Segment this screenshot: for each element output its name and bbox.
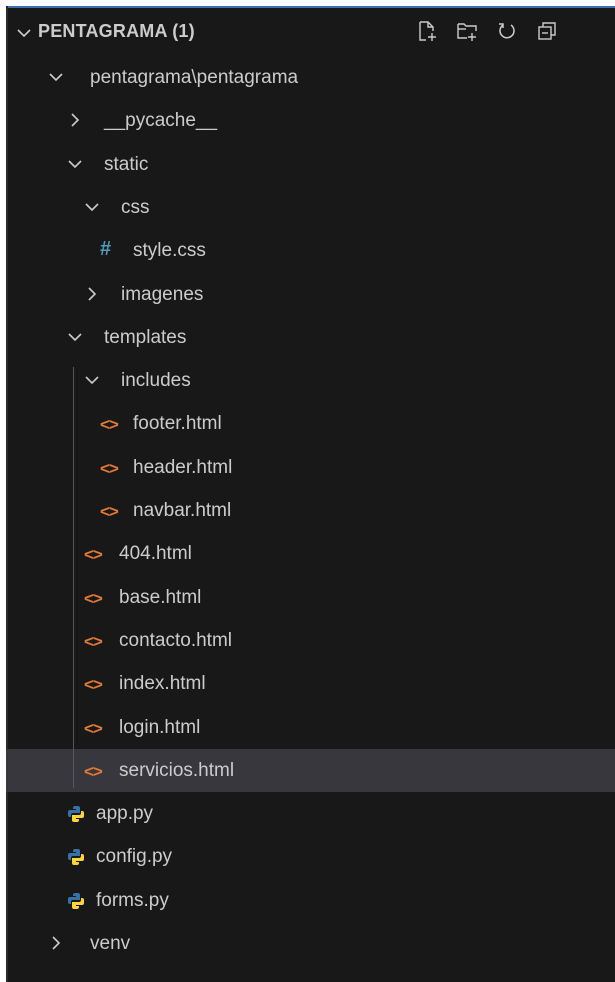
tree-file-item[interactable]: <> navbar.html: [6, 489, 615, 532]
collapse-all-icon: [538, 22, 556, 40]
tree-file-item[interactable]: <> servicios.html: [6, 748, 615, 792]
tree-item-label: css: [121, 196, 150, 218]
tree-item-label: forms.py: [96, 889, 169, 911]
tree-item-label: 404.html: [119, 543, 192, 565]
tree-folder-item[interactable]: __pycache__: [6, 99, 615, 142]
refresh-button[interactable]: [494, 18, 520, 44]
html-file-icon: <>: [84, 631, 103, 651]
html-file-icon: <>: [84, 675, 103, 695]
chevron-down-icon: [68, 333, 82, 341]
tree-folder-item[interactable]: css: [6, 186, 615, 229]
tree-file-item[interactable]: <> login.html: [6, 706, 615, 749]
chevron-down-icon: [85, 203, 99, 212]
tree-item-label: __pycache__: [104, 110, 218, 132]
new-file-icon: [419, 21, 436, 41]
collapse-all-button[interactable]: [534, 18, 560, 44]
chevron-down-icon: [68, 160, 82, 168]
tree-item-label: login.html: [119, 716, 201, 738]
tree-item-label: pentagrama\pentagrama: [90, 67, 299, 88]
tree-item-label: templates: [104, 326, 187, 348]
css-file-icon: #: [100, 238, 112, 261]
html-file-icon: <>: [84, 761, 103, 781]
tree-item-label: header.html: [133, 456, 233, 478]
chevron-right-icon: [71, 113, 80, 127]
tree-item-label: imagenes: [121, 283, 204, 305]
tree-item-label: footer.html: [133, 413, 222, 435]
tree-item-label: style.css: [133, 240, 206, 262]
chevron-right-icon: [52, 936, 61, 950]
tree-folder-item[interactable]: static: [6, 143, 615, 186]
tree-item-label: base.html: [119, 586, 202, 608]
chevron-down-icon: [85, 376, 99, 385]
html-file-icon: <>: [84, 718, 103, 738]
tree-item-label: app.py: [96, 803, 154, 825]
indent-guide: [73, 367, 74, 789]
tree-folder-item[interactable]: imagenes: [6, 273, 615, 316]
tree-file-item[interactable]: <> contacto.html: [6, 619, 615, 662]
chevron-right-icon: [88, 286, 97, 301]
chevron-down-icon[interactable]: [16, 25, 32, 41]
tree-item-label: static: [104, 153, 149, 175]
tree-file-item[interactable]: # style.css: [6, 229, 615, 272]
tree-file-item[interactable]: <> index.html: [6, 662, 615, 705]
new-folder-icon: [457, 23, 477, 41]
python-file-icon: [68, 849, 84, 866]
new-file-button[interactable]: [414, 18, 440, 44]
new-folder-button[interactable]: [454, 18, 480, 44]
python-file-icon: [68, 892, 84, 909]
tree-item-label: navbar.html: [133, 500, 232, 521]
tree-item-label: venv: [90, 933, 131, 954]
tree-file-item[interactable]: <> header.html: [6, 446, 615, 489]
explorer-header[interactable]: PENTAGRAMA (1): [6, 8, 615, 56]
file-explorer: PENTAGRAMA (1) pentagrama\pentagrama __p…: [6, 6, 615, 982]
html-file-icon: <>: [100, 458, 119, 478]
tree-item-label: config.py: [96, 846, 173, 868]
html-file-icon: <>: [84, 588, 103, 608]
html-file-icon: <>: [84, 545, 103, 565]
html-file-icon: <>: [100, 502, 119, 521]
python-file-icon: [68, 806, 84, 823]
explorer-actions: [414, 18, 560, 44]
tree-folder-item[interactable]: venv: [6, 922, 615, 965]
refresh-icon: [499, 23, 515, 39]
tree-item-label: includes: [121, 370, 191, 392]
html-file-icon: <>: [100, 415, 119, 435]
workspace-title: PENTAGRAMA (1): [38, 21, 195, 41]
tree-file-item[interactable]: config.py: [6, 835, 615, 878]
tree-folder-item[interactable]: templates: [6, 316, 615, 359]
tree-item-label: index.html: [119, 673, 206, 695]
tree-item-label: contacto.html: [119, 629, 232, 651]
chevron-down-icon: [49, 73, 63, 82]
tree-item-label: servicios.html: [119, 759, 235, 781]
tree-file-item[interactable]: <> 404.html: [6, 532, 615, 575]
tree-folder-item[interactable]: pentagrama\pentagrama: [6, 56, 615, 99]
tree-file-item[interactable]: <> base.html: [6, 576, 615, 619]
tree-file-item[interactable]: forms.py: [6, 879, 615, 922]
tree-file-item[interactable]: <> footer.html: [6, 402, 615, 445]
tree-folder-item[interactable]: includes: [6, 359, 615, 402]
tree-file-item[interactable]: app.py: [6, 792, 615, 835]
